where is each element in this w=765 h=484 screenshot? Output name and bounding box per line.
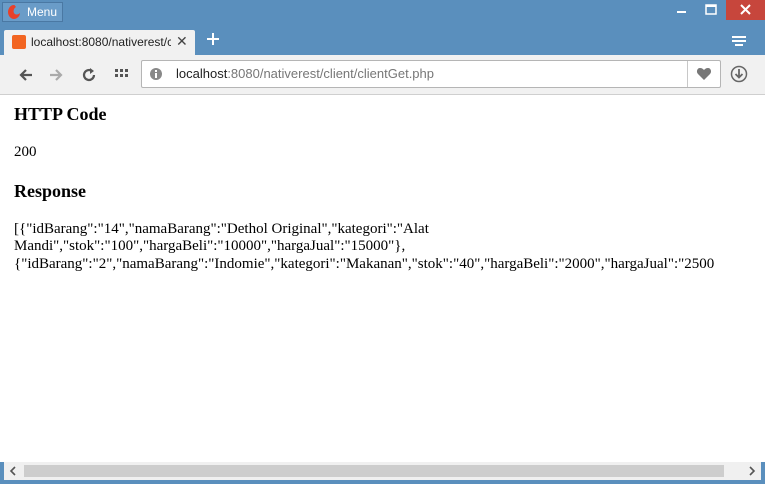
url-host: localhost — [176, 66, 228, 81]
address-bar[interactable]: localhost:8080/nativerest/client/clientG… — [141, 60, 721, 88]
tab-list-menu-icon[interactable] — [730, 32, 748, 48]
firefox-icon — [8, 5, 20, 19]
response-line: [{"idBarang":"14","namaBarang":"Dethol O… — [14, 221, 429, 237]
tab-title: localhost:8080/nativerest/c — [31, 35, 171, 49]
close-window-button[interactable] — [726, 0, 765, 20]
xampp-icon — [12, 35, 26, 49]
response-heading: Response — [14, 181, 87, 201]
maximize-button[interactable] — [696, 0, 726, 20]
tab-active[interactable]: localhost:8080/nativerest/c ✕ — [4, 30, 195, 55]
maximize-icon — [705, 4, 717, 15]
title-bar — [0, 0, 765, 24]
minimize-button[interactable] — [668, 0, 696, 20]
scroll-left-icon[interactable] — [8, 465, 18, 477]
back-arrow-icon[interactable] — [17, 66, 35, 84]
horizontal-scrollbar[interactable] — [4, 462, 761, 480]
url-text[interactable]: localhost:8080/nativerest/client/clientG… — [176, 66, 434, 81]
http-code-value: 200 — [14, 144, 37, 160]
menu-label: Menu — [27, 5, 58, 19]
scroll-right-icon[interactable] — [747, 465, 757, 477]
response-line: Mandi","stok":"100","hargaBeli":"10000",… — [14, 238, 406, 254]
heart-icon[interactable] — [696, 67, 712, 81]
page-content: HTTP Code 200 Response [{"idBarang":"14"… — [0, 95, 760, 462]
download-icon[interactable] — [730, 65, 748, 83]
right-edge — [760, 95, 765, 462]
menu-button[interactable]: Menu — [2, 2, 63, 22]
http-code-heading: HTTP Code — [14, 104, 107, 124]
url-path: :8080/nativerest/client/clientGet.php — [227, 66, 434, 81]
forward-arrow-icon[interactable] — [47, 66, 65, 84]
apps-grid-icon[interactable] — [113, 66, 131, 84]
address-bar-divider — [687, 61, 688, 87]
site-info-icon[interactable] — [149, 67, 163, 81]
reload-icon[interactable] — [80, 66, 98, 84]
window-bottom-border — [0, 480, 765, 484]
tab-close-icon[interactable]: ✕ — [176, 34, 188, 50]
close-icon — [740, 4, 751, 15]
minimize-icon — [677, 11, 686, 13]
new-tab-icon[interactable] — [203, 29, 223, 49]
response-line: {"idBarang":"2","namaBarang":"Indomie","… — [14, 256, 715, 272]
scrollbar-thumb[interactable] — [24, 465, 724, 477]
